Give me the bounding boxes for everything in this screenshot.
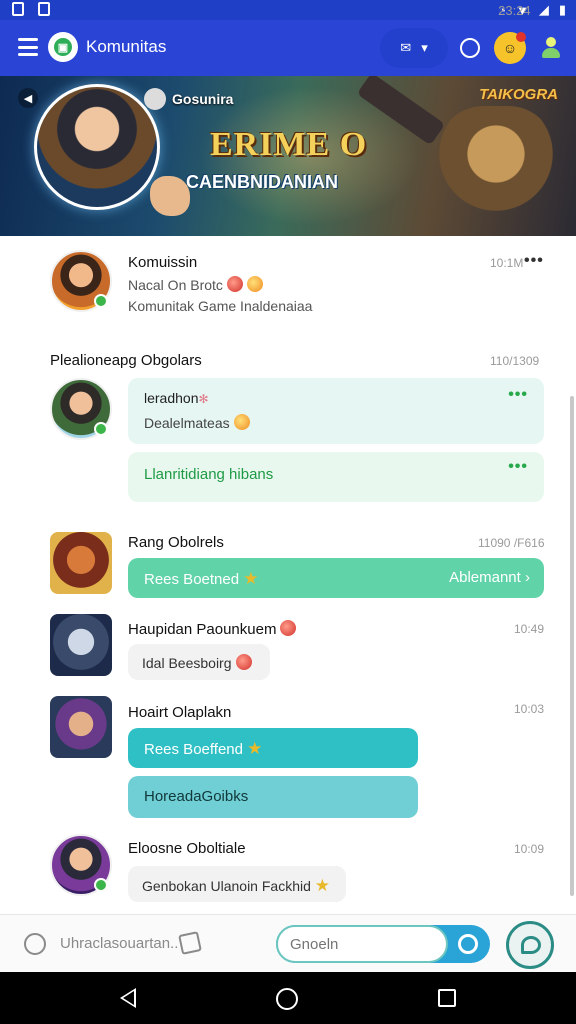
notification-bell-icon[interactable]	[460, 38, 480, 58]
message-text: HoreadaGoibks	[144, 788, 249, 805]
coins-button[interactable]: ☺	[494, 32, 526, 64]
online-indicator	[94, 294, 108, 308]
guild-icon	[144, 88, 166, 110]
message-bubble[interactable]: Llanritidiang hibans •••	[128, 452, 544, 502]
emoji-icon	[280, 620, 297, 636]
search-bar	[276, 925, 490, 963]
back-icon[interactable]: ◀	[18, 88, 38, 108]
message-text: Idal Beesboirg	[142, 654, 252, 671]
edit-icon[interactable]	[178, 931, 202, 955]
sparkle-icon: ✻	[198, 392, 209, 406]
guild-label: Gosunira	[144, 88, 233, 110]
message-text: Llanritidiang hibans	[144, 466, 274, 483]
status-bar: ◔ ▼ ◢ ▮ 23:24	[0, 0, 576, 20]
sender-name: Rang Obolrels	[128, 534, 224, 551]
star-icon: ★	[314, 876, 331, 895]
chevron-down-icon: ▾	[421, 40, 428, 55]
message-bubble[interactable]: Rees Boeffend ★	[128, 728, 418, 768]
battery-icon: ▮	[558, 2, 566, 17]
message-title: leradhon✻	[144, 390, 209, 406]
post-author: Komuissin	[128, 254, 198, 271]
search-icon[interactable]	[458, 934, 478, 954]
sender-name: Haupidan Paounkuem	[128, 620, 297, 638]
message-input[interactable]: Uhraclasouartan..	[60, 935, 178, 952]
community-banner: ◀ Gosunira ERIME O CAENBNIDANIAN TAIKOGR…	[0, 76, 576, 236]
online-indicator	[94, 878, 108, 892]
avatar[interactable]	[50, 696, 112, 758]
banner-title: ERIME O	[210, 126, 368, 163]
message-time: 10:03	[514, 702, 545, 716]
chat-button[interactable]	[506, 921, 554, 969]
game-logo: TAIKOGRA	[479, 86, 558, 103]
message-time: 11090 /F616	[478, 536, 545, 550]
more-options-button[interactable]: •••	[508, 458, 528, 476]
avatar[interactable]	[50, 532, 112, 594]
mail-icon: ✉	[400, 40, 412, 55]
menu-icon[interactable]	[18, 38, 38, 56]
scrollbar[interactable]	[570, 396, 574, 896]
message-input-bar: Uhraclasouartan..	[0, 914, 576, 972]
clock: 23:24	[498, 2, 531, 18]
app-title: Komunitas	[86, 37, 167, 56]
message-text: Rees Boeffend ★	[144, 739, 263, 758]
section-title: Plealioneapg Obgolars	[50, 352, 202, 369]
star-icon: ★	[243, 569, 259, 588]
chat-feed[interactable]: Komuissin Nacal On Brotc Komunitak Game …	[0, 236, 576, 914]
sender-name: Eloosne Oboltiale	[128, 840, 246, 857]
system-navigation-bar	[0, 972, 576, 1024]
community-avatar[interactable]	[34, 84, 160, 210]
guild-name: Gosunira	[172, 91, 234, 107]
message-bubble[interactable]: Idal Beesboirg	[128, 644, 270, 680]
app-logo: ▣	[48, 32, 78, 62]
post-description: Komunitak Game Inaldenaiaa	[128, 298, 313, 314]
emoji-icon	[233, 414, 250, 430]
post-time: 10:1M	[490, 256, 524, 270]
back-nav-icon[interactable]	[120, 988, 136, 1008]
signal-icon: ◢	[538, 2, 549, 17]
profile-icon[interactable]	[542, 37, 560, 59]
message-text: Genbokan Ulanoin Fackhid ★	[142, 876, 331, 895]
more-options-button[interactable]: •••	[524, 252, 544, 270]
avatar[interactable]	[50, 614, 112, 676]
message-bubble[interactable]: leradhon✻ Dealelmateas •••	[128, 378, 544, 444]
message-time: 10:09	[514, 842, 545, 856]
notification-icon	[12, 2, 24, 16]
mail-button[interactable]: ✉ ▾	[380, 28, 448, 68]
notification-badge	[516, 32, 526, 42]
message-bubble[interactable]: HoreadaGoibks	[128, 776, 418, 818]
attach-icon[interactable]	[24, 933, 46, 955]
coin-icon: ☺	[502, 40, 518, 56]
message-bubble[interactable]: Genbokan Ulanoin Fackhid ★	[128, 866, 346, 902]
sender-name: Hoairt Olaplakn	[128, 704, 232, 721]
message-time: 10:49	[514, 622, 545, 636]
recent-apps-icon[interactable]	[438, 989, 456, 1007]
emoji-icon	[226, 276, 243, 292]
online-indicator	[94, 422, 108, 436]
section-time: 110/1309	[490, 354, 540, 368]
chevron-right-icon: ›	[525, 569, 530, 586]
banner-artwork-hand	[150, 176, 190, 216]
community-icon: ▣	[54, 38, 72, 56]
message-text: Rees Boetned ★	[144, 569, 259, 588]
message-bubble[interactable]: Rees Boetned ★ Ablemannt ›	[128, 558, 544, 598]
emoji-icon	[235, 654, 252, 670]
app-bar: ▣ Komunitas ✉ ▾ ☺	[0, 20, 576, 76]
search-input[interactable]	[276, 925, 448, 963]
emoji-icon	[246, 276, 263, 292]
more-options-button[interactable]: •••	[508, 386, 528, 404]
message-action-button[interactable]: Ablemannt ›	[449, 569, 530, 586]
app-notification-icon	[38, 2, 50, 16]
post-subtitle: Nacal On Brotc	[128, 276, 263, 293]
banner-subtitle: CAENBNIDANIAN	[186, 172, 338, 192]
star-icon: ★	[247, 739, 263, 758]
banner-artwork-robot	[436, 106, 556, 226]
chat-bubble-icon	[521, 936, 541, 954]
message-text: Dealelmateas	[144, 414, 250, 431]
home-nav-icon[interactable]	[276, 988, 298, 1010]
